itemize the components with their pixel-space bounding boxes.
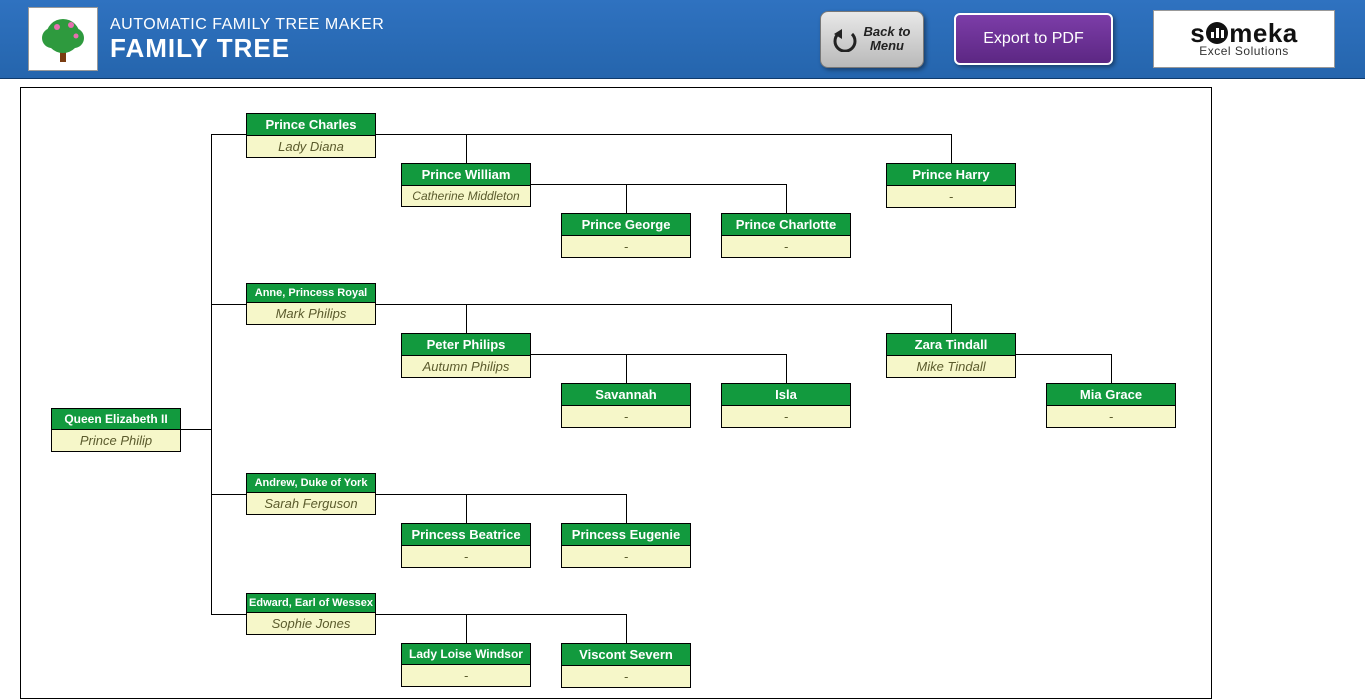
node-loise[interactable]: Lady Loise Windsor - [401, 643, 531, 687]
node-severn[interactable]: Viscont Severn - [561, 643, 691, 688]
node-edward[interactable]: Edward, Earl of Wessex Sophie Jones [246, 593, 376, 635]
app-logo [28, 7, 98, 71]
node-savannah[interactable]: Savannah - [561, 383, 691, 428]
chart-icon [1206, 22, 1228, 44]
node-william[interactable]: Prince William Catherine Middleton [401, 163, 531, 207]
node-eugenie[interactable]: Princess Eugenie - [561, 523, 691, 568]
node-queen-elizabeth[interactable]: Queen Elizabeth II Prince Philip [51, 408, 181, 452]
node-harry[interactable]: Prince Harry - [886, 163, 1016, 208]
node-beatrice[interactable]: Princess Beatrice - [401, 523, 531, 568]
node-peter[interactable]: Peter Philips Autumn Philips [401, 333, 531, 378]
back-to-menu-button[interactable]: Back to Menu [820, 11, 924, 68]
tree-canvas: Queen Elizabeth II Prince Philip Prince … [20, 87, 1212, 699]
node-prince-charles[interactable]: Prince Charles Lady Diana [246, 113, 376, 158]
node-mia[interactable]: Mia Grace - [1046, 383, 1176, 428]
node-zara[interactable]: Zara Tindall Mike Tindall [886, 333, 1016, 378]
node-charlotte[interactable]: Prince Charlotte - [721, 213, 851, 258]
node-anne[interactable]: Anne, Princess Royal Mark Philips [246, 283, 376, 325]
export-to-pdf-button[interactable]: Export to PDF [954, 13, 1113, 65]
node-george[interactable]: Prince George - [561, 213, 691, 258]
app-subtitle: AUTOMATIC FAMILY TREE MAKER [110, 16, 384, 34]
app-title: FAMILY TREE [110, 34, 384, 63]
back-button-label: Back to Menu [862, 25, 912, 54]
node-andrew[interactable]: Andrew, Duke of York Sarah Ferguson [246, 473, 376, 515]
brand-logo: s meka Excel Solutions [1153, 10, 1335, 68]
brand-tagline: Excel Solutions [1199, 44, 1289, 58]
app-header: AUTOMATIC FAMILY TREE MAKER FAMILY TREE … [0, 0, 1365, 79]
back-arrow-icon [832, 26, 858, 52]
export-button-label: Export to PDF [983, 30, 1083, 48]
tree-icon [38, 14, 88, 64]
title-block: AUTOMATIC FAMILY TREE MAKER FAMILY TREE [110, 16, 384, 63]
node-isla[interactable]: Isla - [721, 383, 851, 428]
